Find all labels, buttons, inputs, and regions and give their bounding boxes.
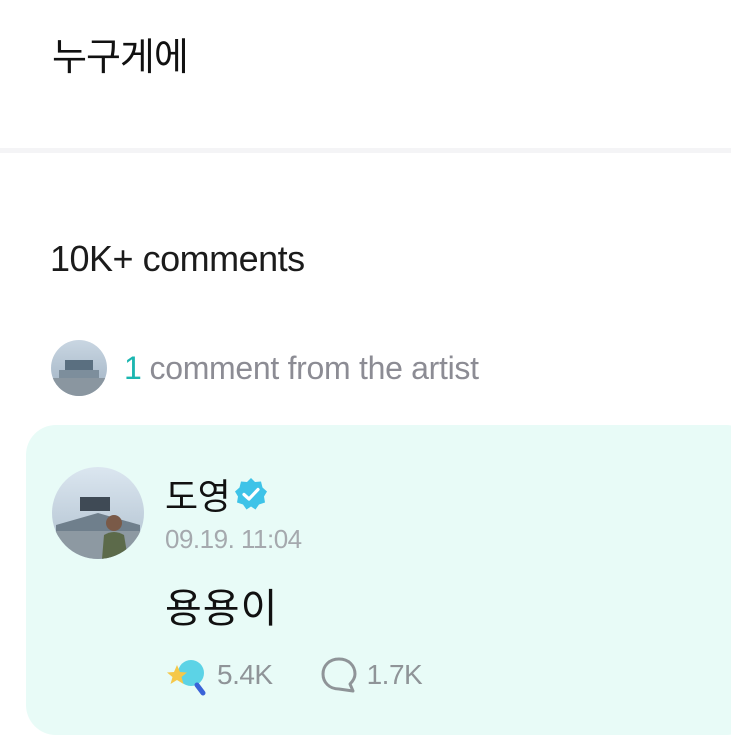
author-row: 도영 (165, 472, 268, 517)
comment-text: 용용이 (165, 587, 279, 631)
like-count: 5.4K (217, 659, 273, 690)
section-divider (0, 148, 731, 153)
star-heart-reaction-icon[interactable] (165, 653, 209, 697)
author-avatar[interactable] (52, 467, 144, 559)
comment-timestamp: 09.19. 11:04 (165, 524, 302, 554)
comment-actions: 5.4K 1.7K (165, 652, 423, 698)
artist-comments-summary[interactable]: 1 comment from the artist (51, 340, 731, 396)
artist-comment-count: 1 (124, 349, 142, 386)
artist-comment-text: comment from the artist (149, 349, 480, 386)
author-name[interactable]: 도영 (165, 468, 231, 520)
artist-comments-label: 1 comment from the artist (124, 350, 479, 387)
verified-badge-icon (235, 478, 268, 510)
artist-avatar-small (51, 340, 107, 396)
speech-bubble-icon[interactable] (319, 655, 359, 695)
post-text: 누구게에 (52, 37, 189, 79)
reply-count: 1.7K (366, 659, 423, 690)
comments-count[interactable]: 10K+ comments (50, 238, 305, 280)
